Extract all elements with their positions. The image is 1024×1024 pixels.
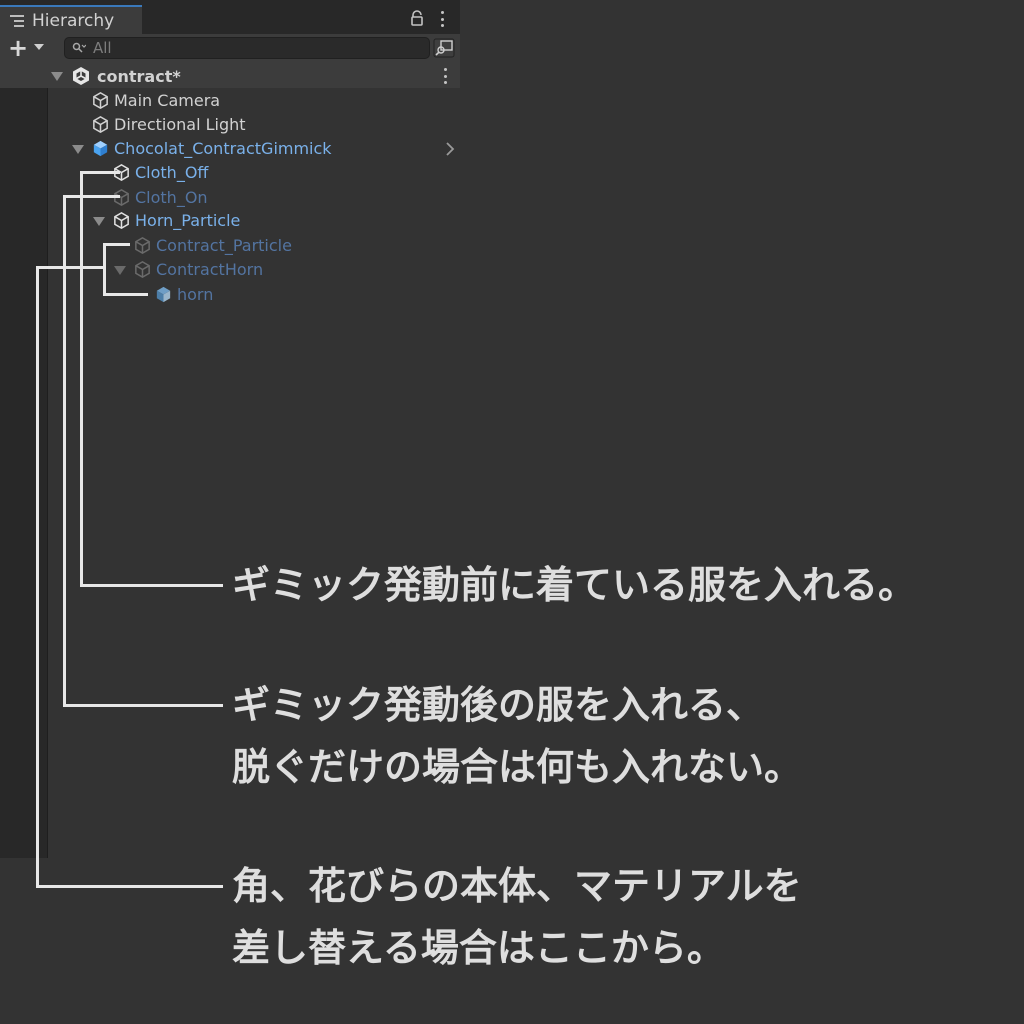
connector-line <box>80 171 120 174</box>
fold-arrow-icon[interactable] <box>72 145 84 154</box>
connector-line <box>103 243 130 246</box>
add-button[interactable]: + <box>8 36 28 60</box>
annotation-before-gimmick: ギミック発動前に着ている服を入れる。 <box>232 554 916 616</box>
connector-line <box>63 704 223 707</box>
hierarchy-item-horn[interactable]: horn <box>154 283 213 305</box>
item-label: Cloth_On <box>135 187 208 207</box>
connector-line <box>103 243 106 296</box>
tab-hierarchy[interactable]: Hierarchy <box>0 5 142 34</box>
chevron-down-icon[interactable] <box>34 44 44 50</box>
item-label: Cloth_Off <box>135 162 209 182</box>
connector-line <box>36 266 106 269</box>
gameobject-icon <box>93 91 108 109</box>
hierarchy-item-contract-particle[interactable]: Contract_Particle <box>133 234 292 256</box>
lock-icon[interactable] <box>409 10 425 26</box>
annotation-line: ギミック発動後の服を入れる、 <box>232 683 765 727</box>
item-label: horn <box>177 284 214 304</box>
hierarchy-gutter <box>0 88 48 858</box>
item-label: Main Camera <box>114 90 221 110</box>
mesh-icon <box>156 286 171 302</box>
item-label: Directional Light <box>114 114 246 134</box>
annotation-line: 差し替える場合はここから。 <box>232 926 725 970</box>
search-input[interactable]: All <box>64 37 430 59</box>
annotation-line: ギミック発動前に着ている服を入れる。 <box>232 563 917 607</box>
hierarchy-item-directional-light[interactable]: Directional Light <box>91 113 246 135</box>
annotation-replace-body: 角、花びらの本体、マテリアルを 差し替える場合はここから。 <box>232 855 802 979</box>
item-label: Horn_Particle <box>135 210 241 230</box>
fold-arrow-icon[interactable] <box>51 72 63 81</box>
connector-line <box>36 266 39 888</box>
annotation-after-gimmick: ギミック発動後の服を入れる、 脱ぐだけの場合は何も入れない。 <box>232 674 802 798</box>
fold-arrow-icon[interactable] <box>114 266 126 275</box>
connector-line <box>36 885 223 888</box>
unity-scene-icon <box>73 67 89 85</box>
chevron-right-icon[interactable] <box>445 142 455 156</box>
list-icon <box>10 14 24 27</box>
hierarchy-item-chocolat-contractgimmick[interactable]: Chocolat_ContractGimmick <box>91 137 332 159</box>
item-label: Chocolat_ContractGimmick <box>114 138 332 158</box>
connector-line <box>63 195 120 198</box>
gameobject-icon <box>114 211 129 229</box>
hierarchy-item-cloth-off[interactable]: Cloth_Off <box>112 161 208 183</box>
scene-name[interactable]: contract* <box>97 65 181 87</box>
gameobject-icon <box>93 115 108 133</box>
connector-line <box>63 195 66 707</box>
hierarchy-item-cloth-on[interactable]: Cloth_On <box>112 186 208 208</box>
scene-menu-icon[interactable] <box>443 68 447 84</box>
hierarchy-item-horn-particle[interactable]: Horn_Particle <box>112 209 240 231</box>
connector-line <box>103 293 148 296</box>
tab-label: Hierarchy <box>32 10 115 31</box>
fold-arrow-icon[interactable] <box>93 217 105 226</box>
item-label: Contract_Particle <box>156 235 292 255</box>
scene-search-icon[interactable] <box>433 38 455 58</box>
panel-menu-icon[interactable] <box>440 11 444 27</box>
gameobject-icon <box>135 260 150 278</box>
connector-line <box>80 584 223 587</box>
hierarchy-item-contracthorn[interactable]: ContractHorn <box>133 258 263 280</box>
gameobject-icon <box>135 236 150 254</box>
prefab-icon <box>93 140 108 156</box>
annotation-line: 脱ぐだけの場合は何も入れない。 <box>232 745 803 789</box>
hierarchy-item-main-camera[interactable]: Main Camera <box>91 89 220 111</box>
item-label: ContractHorn <box>156 259 264 279</box>
gutter-divider <box>47 88 48 858</box>
search-icon <box>72 42 86 53</box>
connector-line <box>80 171 83 587</box>
scene-row[interactable] <box>0 64 460 88</box>
annotation-line: 角、花びらの本体、マテリアルを <box>232 864 802 908</box>
